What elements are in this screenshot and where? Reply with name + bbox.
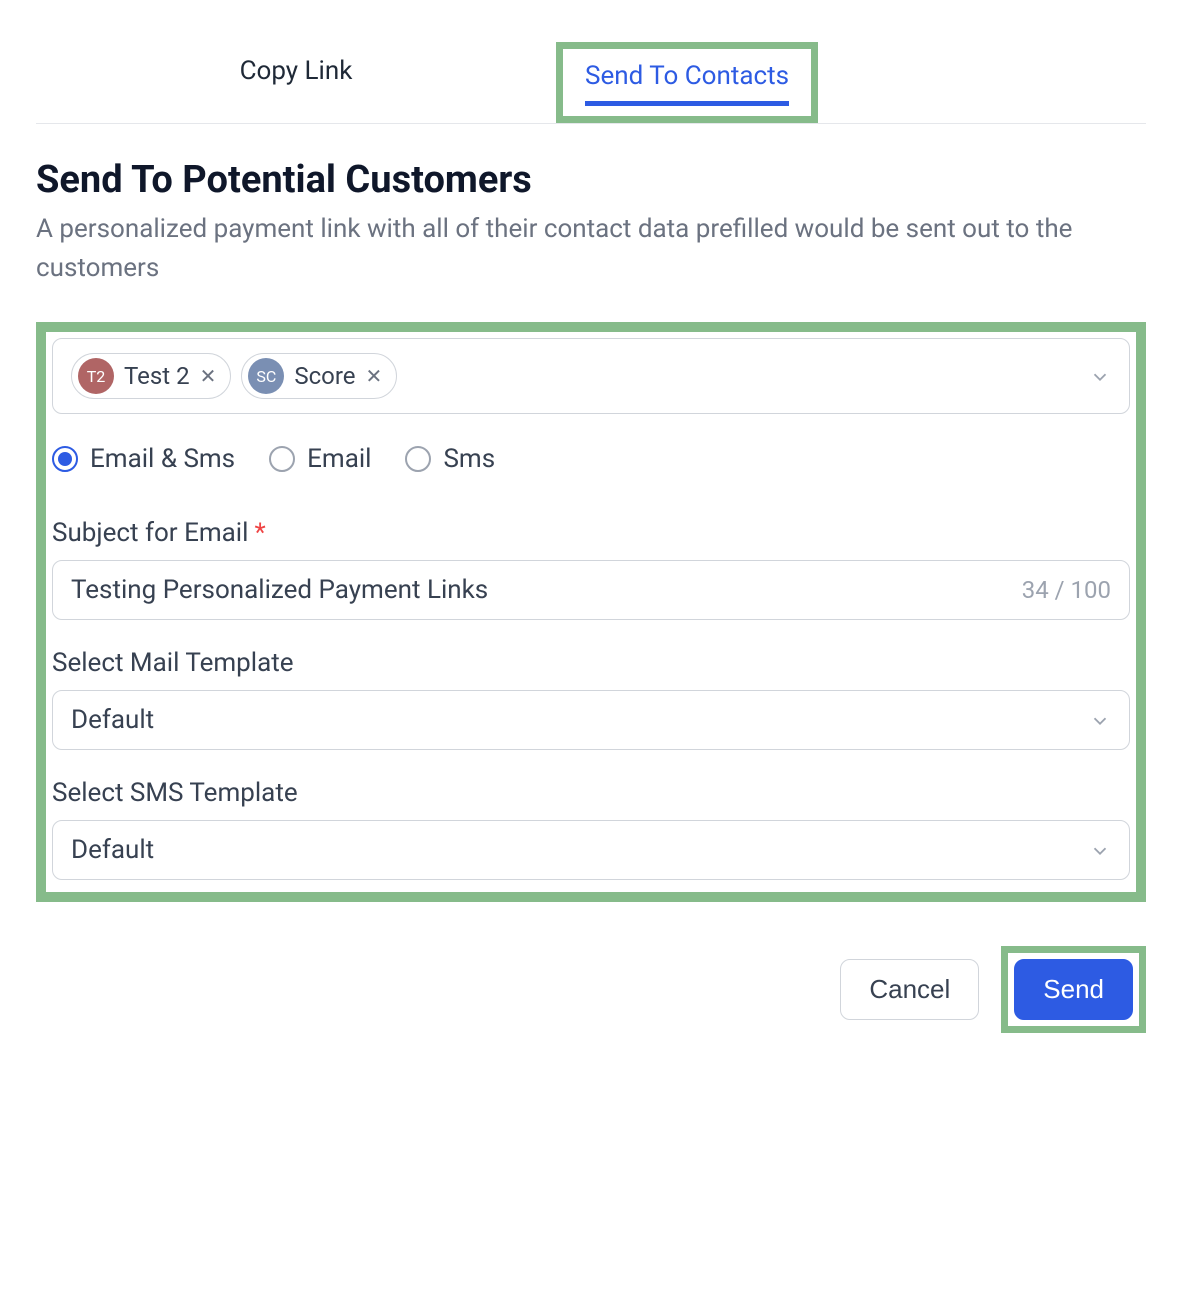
radio-label: Sms <box>443 444 495 474</box>
radio-label: Email <box>307 444 371 474</box>
tab-active-underline <box>585 101 789 106</box>
sms-template-select[interactable]: Default <box>52 820 1130 880</box>
footer-actions: Cancel Send <box>36 946 1146 1033</box>
radio-email[interactable]: Email <box>269 444 371 474</box>
contact-chip-label: Score <box>294 362 355 390</box>
avatar: T2 <box>78 358 114 394</box>
page-title: Send To Potential Customers <box>36 158 1146 202</box>
mail-template-label: Select Mail Template <box>52 648 1130 678</box>
radio-email-sms[interactable]: Email & Sms <box>52 444 235 474</box>
char-counter: 34 / 100 <box>1022 576 1111 604</box>
remove-icon[interactable]: ✕ <box>365 364 382 388</box>
channel-radio-group: Email & Sms Email Sms <box>52 444 1130 474</box>
tab-send-contacts[interactable]: Send To Contacts <box>585 61 789 91</box>
send-button[interactable]: Send <box>1014 959 1133 1020</box>
subject-value: Testing Personalized Payment Links <box>71 575 488 605</box>
remove-icon[interactable]: ✕ <box>200 364 217 388</box>
send-highlight-box: Send <box>1001 946 1146 1033</box>
tab-copy-link[interactable]: Copy Link <box>36 42 556 123</box>
contacts-multiselect[interactable]: T2 Test 2 ✕ SC Score ✕ <box>52 338 1130 414</box>
subject-input[interactable]: Testing Personalized Payment Links 34 / … <box>52 560 1130 620</box>
page-subtitle: A personalized payment link with all of … <box>36 210 1146 288</box>
form-highlight-box: T2 Test 2 ✕ SC Score ✕ Email & Sms Email <box>36 322 1146 902</box>
tabs: Copy Link Send To Contacts <box>36 42 1146 124</box>
contact-chip[interactable]: SC Score ✕ <box>241 353 397 399</box>
required-asterisk: * <box>254 518 265 548</box>
avatar: SC <box>248 358 284 394</box>
mail-template-value: Default <box>71 705 154 735</box>
chevron-down-icon <box>1089 839 1111 861</box>
radio-indicator <box>269 446 295 472</box>
tab-send-contacts-highlight: Send To Contacts <box>556 42 818 123</box>
chevron-down-icon[interactable] <box>1089 365 1111 387</box>
chevron-down-icon <box>1089 709 1111 731</box>
radio-label: Email & Sms <box>90 444 235 474</box>
radio-indicator <box>405 446 431 472</box>
contact-chip[interactable]: T2 Test 2 ✕ <box>71 353 231 399</box>
sms-template-value: Default <box>71 835 154 865</box>
contact-chip-label: Test 2 <box>124 362 190 390</box>
radio-indicator <box>52 446 78 472</box>
radio-sms[interactable]: Sms <box>405 444 495 474</box>
cancel-button[interactable]: Cancel <box>840 959 979 1020</box>
subject-label: Subject for Email* <box>52 518 1130 548</box>
sms-template-label: Select SMS Template <box>52 778 1130 808</box>
mail-template-select[interactable]: Default <box>52 690 1130 750</box>
